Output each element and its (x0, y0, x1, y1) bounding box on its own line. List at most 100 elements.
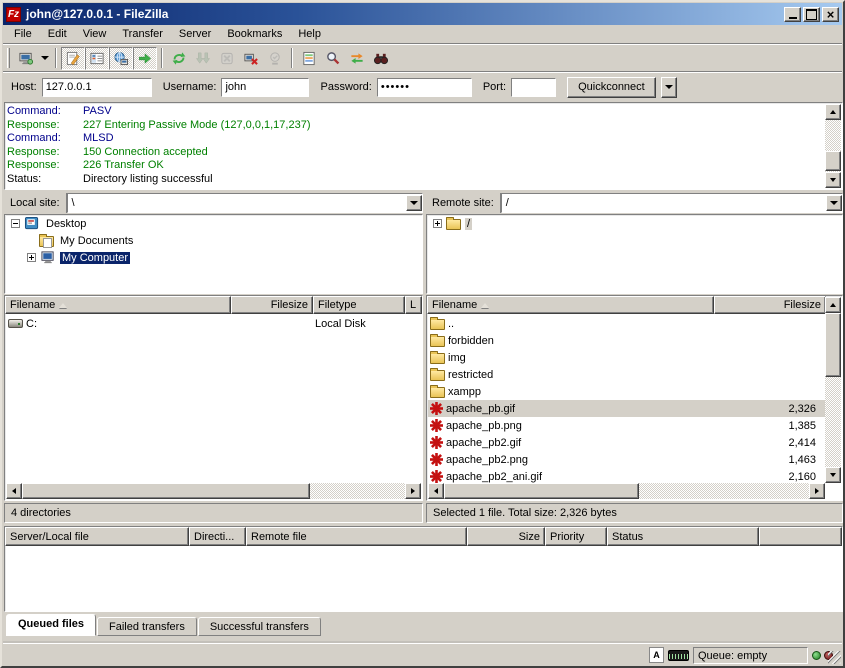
column-status[interactable]: Status (607, 527, 759, 546)
menu-edit[interactable]: Edit (40, 26, 75, 42)
menu-transfer[interactable]: Transfer (114, 26, 171, 42)
tree-item-my-documents[interactable]: My Documents (5, 232, 422, 249)
scrollbar-thumb[interactable] (22, 483, 310, 499)
file-row[interactable]: apache_pb2.gif 2,414 (428, 434, 825, 451)
file-row[interactable]: apache_pb2.png 1,463 (428, 451, 825, 468)
toggle-remote-treeview-button[interactable] (109, 47, 133, 70)
quickconnect-dropdown[interactable] (661, 77, 677, 98)
refresh-button[interactable] (167, 47, 191, 70)
site-manager-button[interactable] (14, 47, 38, 70)
log-label: Command: (7, 105, 83, 119)
column-size[interactable]: Size (467, 527, 545, 546)
column-label: Server/Local file (10, 531, 89, 543)
refresh-icon (171, 51, 187, 66)
remote-horizontal-scrollbar[interactable] (428, 483, 825, 499)
file-row[interactable]: .. (428, 315, 825, 332)
scroll-up-button[interactable] (825, 104, 841, 120)
toggle-local-treeview-button[interactable] (85, 47, 109, 70)
column-last-modified[interactable]: L (405, 296, 422, 314)
scroll-left-button[interactable] (428, 483, 444, 499)
menu-view[interactable]: View (75, 26, 115, 42)
scrollbar-thumb[interactable] (444, 483, 639, 499)
maximize-button[interactable] (803, 7, 820, 22)
minimize-button[interactable] (784, 7, 801, 22)
scrollbar-thumb[interactable] (825, 313, 841, 377)
local-site-dropdown[interactable] (406, 195, 422, 211)
toggle-message-log-button[interactable] (61, 47, 85, 70)
close-button[interactable] (822, 7, 839, 22)
remote-treeview-icon (113, 51, 129, 66)
scroll-down-button[interactable] (825, 467, 841, 483)
process-queue-button[interactable] (191, 47, 215, 70)
column-label: Remote file (251, 531, 307, 543)
scrollbar-thumb[interactable] (825, 151, 841, 171)
image-file-icon (430, 419, 443, 432)
tree-item-desktop[interactable]: Desktop (5, 215, 422, 232)
file-row-c-drive[interactable]: C: Local Disk (6, 315, 421, 332)
remote-list-body: .. forbidden img restricted xampp apache… (428, 315, 825, 483)
file-row[interactable]: img (428, 349, 825, 366)
tab-failed-transfers[interactable]: Failed transfers (97, 617, 197, 636)
cancel-operation-button[interactable] (215, 47, 239, 70)
column-remote-file[interactable]: Remote file (246, 527, 467, 546)
file-row[interactable]: restricted (428, 366, 825, 383)
file-row-selected[interactable]: apache_pb.gif 2,326 (428, 400, 825, 417)
scroll-down-button[interactable] (825, 172, 841, 188)
filezilla-logo-icon: Fz (6, 7, 21, 22)
column-direction[interactable]: Directi... (189, 527, 246, 546)
username-input[interactable] (221, 78, 309, 97)
synchronized-browsing-button[interactable] (345, 47, 369, 70)
port-input[interactable] (511, 78, 556, 97)
site-manager-dropdown[interactable] (38, 47, 51, 70)
disconnect-button[interactable] (239, 47, 263, 70)
remote-site-combobox[interactable]: / (501, 193, 843, 213)
menu-server[interactable]: Server (171, 26, 219, 42)
find-files-button[interactable] (369, 47, 393, 70)
column-filename[interactable]: Filename (5, 296, 231, 314)
column-filename[interactable]: Filename (427, 296, 714, 314)
column-filesize[interactable]: Filesize (231, 296, 313, 314)
host-input[interactable] (42, 78, 152, 97)
tree-item-my-computer[interactable]: My Computer (5, 249, 422, 266)
column-server-local-file[interactable]: Server/Local file (5, 527, 189, 546)
directory-listing-filter-button[interactable] (297, 47, 321, 70)
column-filesize[interactable]: Filesize (714, 296, 826, 314)
toggle-transfer-queue-button[interactable] (133, 47, 157, 70)
log-scrollbar[interactable] (825, 104, 841, 188)
password-input[interactable] (377, 78, 472, 97)
tab-successful-transfers[interactable]: Successful transfers (198, 617, 321, 636)
file-row[interactable]: apache_pb.png 1,385 (428, 417, 825, 434)
local-list-body: C: Local Disk (6, 315, 421, 483)
expand-icon[interactable] (433, 219, 442, 228)
local-horizontal-scrollbar[interactable] (6, 483, 421, 499)
scroll-left-button[interactable] (6, 483, 22, 499)
column-filetype[interactable]: Filetype (313, 296, 405, 314)
file-name: .. (448, 318, 454, 330)
scroll-right-button[interactable] (809, 483, 825, 499)
titlebar[interactable]: Fz john@127.0.0.1 - FileZilla (3, 3, 842, 25)
file-row[interactable]: forbidden (428, 332, 825, 349)
remote-vertical-scrollbar[interactable] (825, 297, 841, 483)
tab-queued-files[interactable]: Queued files (6, 614, 96, 636)
arrow-down-icon (830, 178, 836, 182)
resize-grip[interactable] (828, 651, 841, 664)
remote-site-dropdown[interactable] (826, 195, 842, 211)
menu-bookmarks[interactable]: Bookmarks (219, 26, 290, 42)
quickconnect-button[interactable]: Quickconnect (567, 77, 656, 98)
host-label: Host: (11, 81, 37, 93)
collapse-icon[interactable] (11, 219, 20, 228)
file-row[interactable]: apache_pb2_ani.gif 2,160 (428, 468, 825, 483)
expand-icon[interactable] (27, 253, 36, 262)
scroll-right-button[interactable] (405, 483, 421, 499)
local-site-combobox[interactable]: \ (67, 193, 423, 213)
menu-file[interactable]: File (6, 26, 40, 42)
column-priority[interactable]: Priority (545, 527, 607, 546)
tree-item-root[interactable]: / (427, 215, 842, 232)
directory-comparison-button[interactable] (321, 47, 345, 70)
reconnect-button[interactable] (263, 47, 287, 70)
file-row[interactable]: xampp (428, 383, 825, 400)
menu-help[interactable]: Help (290, 26, 329, 42)
scroll-up-button[interactable] (825, 297, 841, 313)
cancel-icon (219, 51, 235, 66)
toolbar-grip[interactable] (7, 48, 10, 68)
